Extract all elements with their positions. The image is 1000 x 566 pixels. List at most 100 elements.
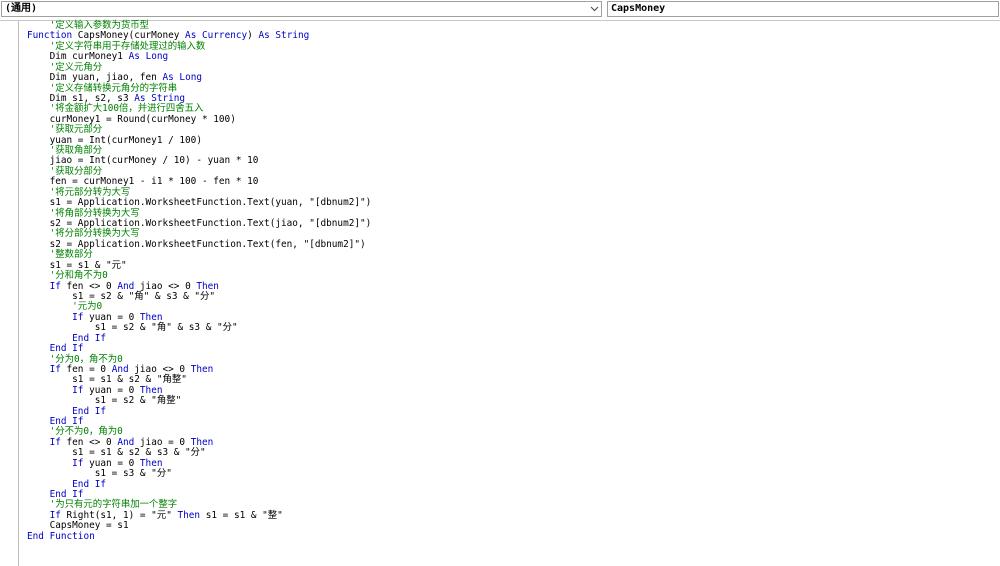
object-dropdown-value: (通用) xyxy=(5,3,38,14)
code-token: s1 = Application.WorksheetFunction.Text(… xyxy=(27,197,372,209)
code-token: Right(s1, 1) = "元" xyxy=(60,509,178,521)
code-line[interactable]: '定义字符串用于存储处理过的输入数 xyxy=(27,40,987,52)
code-line[interactable]: yuan = Int(curMoney1 / 100) xyxy=(27,134,987,146)
procedure-dropdown-value: CapsMoney xyxy=(611,3,666,14)
code-token: jiao <> 0 xyxy=(134,280,197,292)
code-line[interactable]: End Function xyxy=(27,530,987,542)
comment-token: '分和角不为0 xyxy=(27,270,108,282)
code-line[interactable]: End If xyxy=(27,416,987,427)
code-line[interactable]: jiao = Int(curMoney / 10) - yuan * 10 xyxy=(27,156,987,166)
keyword-token: As xyxy=(128,51,140,63)
comment-token: '定义存储转换元角分的字符串 xyxy=(27,82,178,94)
comment-token: '获取元部分 xyxy=(27,124,103,136)
code-token: jiao = Int(curMoney / 10) - yuan * 10 xyxy=(27,155,259,167)
keyword-token: Then xyxy=(196,280,219,292)
margin-indicator-bar[interactable] xyxy=(0,21,19,566)
comment-token: '将元部分转为大写 xyxy=(27,186,131,198)
code-token: s1 = s2 & "角整" xyxy=(27,395,182,407)
code-line[interactable]: Dim curMoney1 As Long xyxy=(27,52,987,62)
code-line[interactable]: s1 = s2 & "角整" xyxy=(27,395,987,407)
keyword-token: String xyxy=(275,30,310,42)
code-token: s1 = s1 & s2 & s3 & "分" xyxy=(27,447,206,459)
code-line[interactable]: End If xyxy=(27,332,987,344)
code-token: fen = curMoney1 - i1 * 100 - fen * 10 xyxy=(27,176,259,188)
keyword-token: Function xyxy=(27,30,73,42)
code-window-toolbar: (通用) CapsMoney xyxy=(0,0,1000,20)
keyword-token: End If xyxy=(49,343,84,355)
keyword-token: If xyxy=(49,509,61,521)
keyword-token: End If xyxy=(72,405,107,417)
code-token: s1 = s1 & s2 & "角整" xyxy=(27,374,187,386)
code-token: Dim curMoney1 xyxy=(27,51,129,63)
comment-token: '分为0，角不为0 xyxy=(27,353,123,365)
code-token: s1 = s2 & "角" & s3 & "分" xyxy=(27,322,238,334)
code-token: ) xyxy=(247,30,259,42)
code-line[interactable]: '整数部分 xyxy=(27,250,987,260)
comment-token: '定义字符串用于存储处理过的输入数 xyxy=(27,40,206,52)
code-text-area[interactable]: '定义输入参数为货币型 Function CapsMoney(curMoney A… xyxy=(27,20,987,542)
code-line[interactable]: s2 = Application.WorksheetFunction.Text(… xyxy=(27,239,987,250)
object-dropdown[interactable]: (通用) xyxy=(1,1,602,17)
chevron-down-icon[interactable] xyxy=(589,3,600,15)
comment-token: '整数部分 xyxy=(27,249,93,261)
code-line[interactable]: End If xyxy=(27,343,987,355)
code-token: s1 = s1 & "整" xyxy=(200,509,283,521)
code-token: fen <> 0 xyxy=(60,436,118,448)
comment-token: '将金额扩大100倍，并进行四舍五入 xyxy=(27,103,204,115)
keyword-token: As xyxy=(185,30,197,42)
code-line[interactable]: s1 = s2 & "角" & s3 & "分" xyxy=(27,291,987,302)
code-line[interactable]: s1 = s1 & s2 & "角整" xyxy=(27,375,987,385)
keyword-token: Long xyxy=(179,72,202,84)
comment-token: '将分部分转换为大写 xyxy=(27,228,140,240)
keyword-token: Then xyxy=(139,457,163,469)
keyword-token: Then xyxy=(190,363,214,375)
code-line[interactable]: s2 = Application.WorksheetFunction.Text(… xyxy=(27,218,987,229)
keyword-token: If xyxy=(49,436,61,448)
comment-token: '为只有元的字符串加一个整字 xyxy=(27,499,178,511)
code-line[interactable]: fen = curMoney1 - i1 * 100 - fen * 10 xyxy=(27,177,987,187)
procedure-dropdown[interactable]: CapsMoney xyxy=(607,1,999,17)
comment-token: '分不为0，角为0 xyxy=(27,426,123,438)
code-line[interactable]: s1 = s2 & "角" & s3 & "分" xyxy=(27,323,987,333)
code-line[interactable]: End If xyxy=(27,405,987,417)
code-token: fen <> 0 xyxy=(60,280,118,292)
comment-token: '获取角部分 xyxy=(27,145,103,157)
keyword-token: End Function xyxy=(27,530,95,542)
code-token: jiao = 0 xyxy=(134,436,191,448)
keyword-token: End If xyxy=(72,332,107,344)
comment-token: '获取分部分 xyxy=(27,165,103,177)
code-line[interactable]: CapsMoney = s1 xyxy=(27,521,987,531)
code-line[interactable]: If Right(s1, 1) = "元" Then s1 = s1 & "整" xyxy=(27,509,987,521)
code-token: CapsMoney(curMoney xyxy=(72,30,186,42)
keyword-token: As xyxy=(258,30,270,42)
code-line[interactable]: s1 = Application.WorksheetFunction.Text(… xyxy=(27,197,987,209)
comment-token: '定义元角分 xyxy=(27,61,103,73)
code-token: s1 = s3 & "分" xyxy=(27,468,172,480)
code-line[interactable]: '元为0 xyxy=(27,302,987,312)
keyword-token: Long xyxy=(145,51,169,63)
code-line[interactable]: End If xyxy=(27,478,987,490)
code-line[interactable]: s1 = s3 & "分" xyxy=(27,468,987,480)
keyword-token: Currency xyxy=(202,30,248,42)
keyword-token: If xyxy=(49,280,61,292)
keyword-token: Then xyxy=(190,436,214,448)
code-line[interactable]: curMoney1 = Round(curMoney * 100) xyxy=(27,114,987,125)
code-line[interactable]: s1 = s1 & s2 & s3 & "分" xyxy=(27,448,987,458)
code-editor[interactable]: '定义输入参数为货币型 Function CapsMoney(curMoney A… xyxy=(0,20,1000,566)
comment-token: '将角部分转换为大写 xyxy=(27,207,140,219)
keyword-token: If xyxy=(72,457,84,469)
keyword-token: End If xyxy=(72,478,107,490)
code-line[interactable]: s1 = s1 & "元" xyxy=(27,260,987,271)
keyword-token: As xyxy=(162,72,174,84)
code-token: yuan = Int(curMoney1 / 100) xyxy=(27,134,202,146)
code-token: CapsMoney = s1 xyxy=(27,520,129,532)
keyword-token: Then xyxy=(177,509,201,521)
